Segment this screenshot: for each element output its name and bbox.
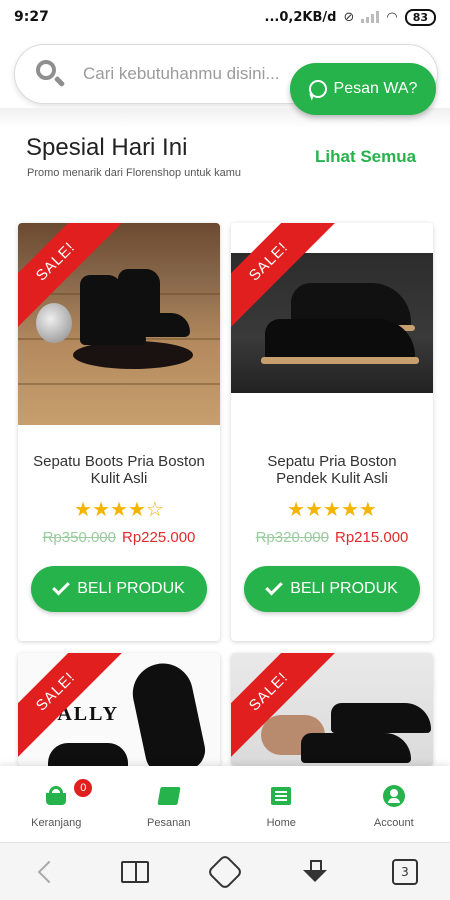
tab-cart[interactable]: 0 Keranjang (0, 766, 113, 842)
mute-icon: ⊘ (343, 9, 355, 25)
home-button[interactable] (205, 852, 245, 892)
back-arrow-icon (37, 860, 61, 883)
cart-icon: 0 (44, 779, 93, 807)
bookmarks-button[interactable] (115, 852, 155, 892)
product-image[interactable]: SALE! (231, 653, 433, 766)
list-icon (269, 785, 293, 807)
buy-button-label: BELI PRODUK (77, 580, 185, 597)
whatsapp-icon (308, 80, 327, 98)
product-image[interactable]: SALE! (18, 223, 220, 425)
sale-price: Rp225.000 (122, 529, 196, 546)
search-input[interactable] (83, 64, 303, 84)
book-icon (121, 860, 149, 883)
search-icon (33, 57, 67, 91)
account-icon (382, 785, 406, 807)
product-card[interactable]: SALE! Sepatu Boots Pria Boston Kulit Asl… (18, 223, 220, 641)
tab-account[interactable]: Account (338, 766, 450, 842)
check-icon (265, 577, 284, 596)
tabs-button[interactable]: 3 (385, 852, 425, 892)
wifi-icon: ◠ (386, 9, 398, 25)
star-rating-icons: ★★★★★ (287, 497, 377, 521)
orders-icon (157, 785, 181, 807)
tab-home[interactable]: Home (225, 766, 338, 842)
price-row: Rp350.000 Rp225.000 (18, 529, 220, 546)
home-icon (206, 853, 244, 890)
battery-indicator: 83 (404, 8, 436, 26)
original-price: Rp320.000 (255, 529, 329, 546)
product-name[interactable]: Sepatu Boots Pria Boston Kulit Asli (18, 453, 220, 487)
price-row: Rp320.000 Rp215.000 (231, 529, 433, 546)
product-image[interactable]: SALE! (231, 223, 433, 425)
product-name[interactable]: Sepatu Pria Boston Pendek Kulit Asli (231, 453, 433, 487)
tab-label: Keranjang (31, 817, 82, 829)
signal-icon (361, 11, 380, 23)
sale-price: Rp215.000 (335, 529, 409, 546)
download-button[interactable] (295, 852, 335, 892)
tabs-count: 3 (392, 858, 418, 885)
product-card[interactable]: SALE! (231, 653, 433, 766)
rating-stars: ★★★★☆ (18, 499, 220, 519)
tab-orders[interactable]: Pesanan (113, 766, 226, 842)
back-button[interactable] (25, 852, 65, 892)
whatsapp-order-button[interactable]: Pesan WA? (290, 63, 436, 115)
product-card[interactable]: BALLY SALE! (18, 653, 220, 766)
buy-product-button[interactable]: BELI PRODUK (244, 566, 420, 612)
buy-button-label: BELI PRODUK (290, 580, 398, 597)
status-bar: 9:27 ...0,2KB/d ⊘ ◠ 83 (0, 0, 450, 34)
star-rating-icons: ★★★★☆ (74, 497, 164, 521)
system-navigation-bar: 3 (0, 842, 450, 900)
tab-label: Pesanan (147, 817, 191, 829)
network-speed: ...0,2KB/d (264, 9, 337, 25)
buy-product-button[interactable]: BELI PRODUK (31, 566, 207, 612)
whatsapp-button-label: Pesan WA? (333, 80, 418, 97)
status-indicators: ...0,2KB/d ⊘ ◠ 83 (264, 8, 436, 26)
product-image[interactable]: BALLY SALE! (18, 653, 220, 766)
section-title: Spesial Hari Ini (26, 134, 188, 161)
cart-count-badge: 0 (74, 779, 93, 797)
download-icon (303, 859, 327, 884)
product-card[interactable]: SALE! Sepatu Pria Boston Pendek Kulit As… (231, 223, 433, 641)
check-icon (52, 577, 71, 596)
rating-stars: ★★★★★ (231, 499, 433, 519)
original-price: Rp350.000 (42, 529, 116, 546)
bottom-tab-bar: 0 Keranjang Pesanan Home Account (0, 766, 450, 842)
status-time: 9:27 (14, 9, 49, 25)
tab-label: Home (266, 817, 296, 829)
see-all-link[interactable]: Lihat Semua (315, 147, 416, 167)
section-subtitle: Promo menarik dari Florenshop untuk kamu (27, 167, 241, 179)
tab-label: Account (373, 817, 414, 829)
